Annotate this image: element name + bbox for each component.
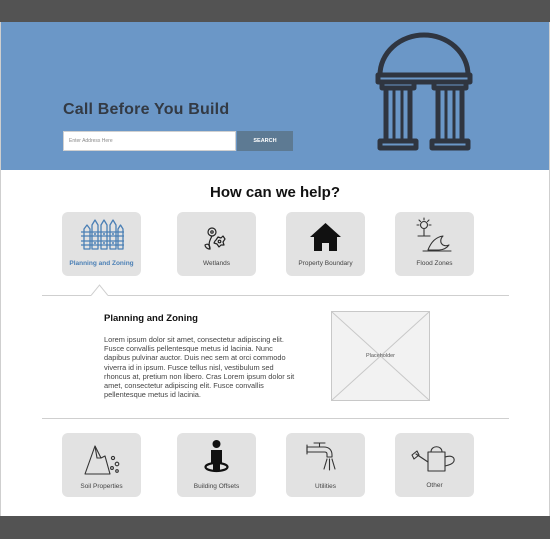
category-label: Flood Zones xyxy=(416,260,453,267)
top-bar xyxy=(0,0,550,22)
section-divider xyxy=(42,418,509,419)
category-tile-property-boundary[interactable]: Property Boundary xyxy=(286,212,365,276)
category-label: Wetlands xyxy=(203,260,230,267)
category-label: Property Boundary xyxy=(298,260,353,267)
category-label: Planning and Zoning xyxy=(69,260,134,267)
help-heading: How can we help? xyxy=(209,184,341,201)
category-tile-other[interactable]: Other xyxy=(395,433,474,497)
category-label: Soil Properties xyxy=(80,483,123,490)
placeholder-label: Placeholder xyxy=(365,353,396,359)
category-tile-soil-properties[interactable]: Soil Properties xyxy=(62,433,141,497)
footer-bar xyxy=(0,516,550,539)
category-label: Other xyxy=(426,482,443,489)
panel-description: Lorem ipsum dolor sit amet, consectetur … xyxy=(104,335,295,400)
panel-divider-left xyxy=(42,295,91,296)
category-tile-flood-zones[interactable]: Flood Zones xyxy=(395,212,474,276)
search-button[interactable]: SEARCH xyxy=(237,131,293,151)
hero-title: Call Before You Build xyxy=(63,101,230,118)
category-label: Building Offsets xyxy=(193,483,240,490)
image-placeholder: Placeholder xyxy=(331,311,430,401)
category-tile-planning-and-zoning[interactable]: Planning and Zoning xyxy=(62,212,141,276)
active-tab-pointer xyxy=(91,284,108,296)
panel-divider-right xyxy=(108,295,509,296)
panel-title: Planning and Zoning xyxy=(104,313,198,324)
address-search-input[interactable] xyxy=(63,131,236,151)
category-label: Utilities xyxy=(315,483,336,490)
dome-columns-icon xyxy=(375,32,473,151)
category-tile-building-offsets[interactable]: Building Offsets xyxy=(177,433,256,497)
category-tile-utilities[interactable]: Utilities xyxy=(286,433,365,497)
category-tile-wetlands[interactable]: Wetlands xyxy=(177,212,256,276)
